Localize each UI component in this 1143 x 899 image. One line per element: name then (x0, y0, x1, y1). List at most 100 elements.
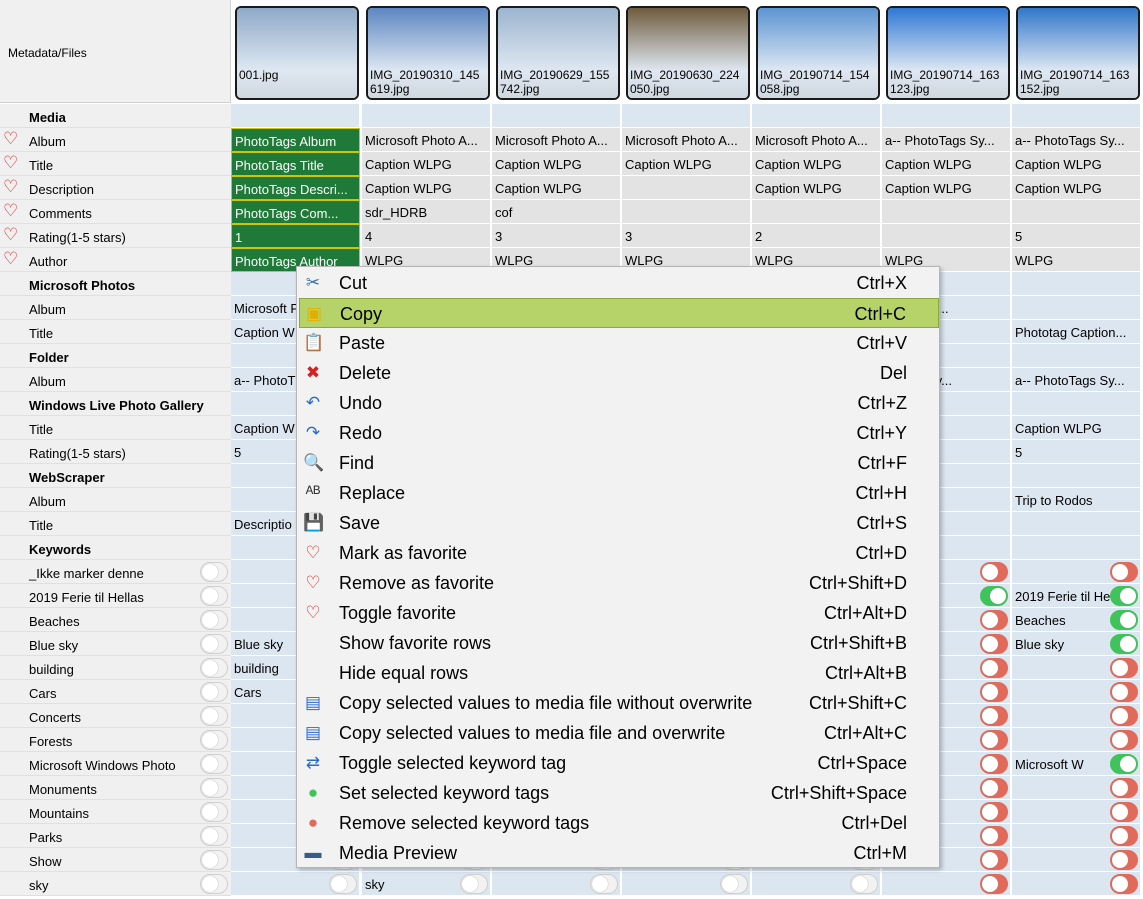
menu-item-redo[interactable]: ↷ Redo Ctrl+Y (299, 418, 939, 448)
keyword-toggle[interactable] (1110, 562, 1138, 582)
keyword-toggle[interactable] (1110, 826, 1138, 846)
keyword-cell[interactable]: Blue sky (1012, 632, 1141, 656)
file-thumbnail[interactable]: IMG_20190714_163152.jpg (1016, 6, 1140, 100)
value-cell[interactable] (622, 104, 751, 128)
keyword-toggle[interactable] (460, 874, 488, 894)
keyword-toggle[interactable] (980, 826, 1008, 846)
keyword-toggle[interactable] (980, 706, 1008, 726)
keyword-toggle[interactable] (1110, 850, 1138, 870)
value-cell[interactable]: Caption WLPG (492, 176, 621, 200)
keyword-toggle[interactable] (1110, 634, 1138, 654)
keyword-toggle[interactable] (1110, 802, 1138, 822)
keyword-toggle[interactable] (200, 706, 228, 726)
value-cell[interactable]: Caption WLPG (362, 152, 491, 176)
value-cell[interactable]: Caption WLPG (882, 152, 1011, 176)
value-cell[interactable] (1012, 464, 1141, 488)
keyword-cell[interactable] (1012, 704, 1141, 728)
keyword-toggle[interactable] (200, 634, 228, 654)
value-cell[interactable]: Phototag Caption... (1012, 320, 1141, 344)
keyword-toggle[interactable] (980, 610, 1008, 630)
value-cell[interactable]: Microsoft Photo A... (362, 128, 491, 152)
keyword-toggle[interactable] (1110, 754, 1138, 774)
keyword-toggle[interactable] (980, 874, 1008, 894)
menu-item-save[interactable]: 💾 Save Ctrl+S (299, 508, 939, 538)
value-cell[interactable] (622, 200, 751, 224)
value-cell[interactable]: 5 (1012, 224, 1141, 248)
value-cell[interactable] (492, 104, 621, 128)
menu-item-mark-as-favorite[interactable]: ♡ Mark as favorite Ctrl+D (299, 538, 939, 568)
value-cell[interactable]: 2 (752, 224, 881, 248)
keyword-toggle[interactable] (980, 682, 1008, 702)
keyword-toggle[interactable] (200, 850, 228, 870)
keyword-cell[interactable]: sky (362, 872, 491, 896)
value-cell[interactable]: a-- PhotoTags Sy... (1012, 128, 1141, 152)
file-thumbnail[interactable]: IMG_20190629_155742.jpg (496, 6, 620, 100)
keyword-toggle[interactable] (200, 682, 228, 702)
value-cell[interactable]: sdr_HDRB (362, 200, 491, 224)
keyword-cell[interactable] (1012, 872, 1141, 896)
menu-item-remove-as-favorite[interactable]: ♡ Remove as favorite Ctrl+Shift+D (299, 568, 939, 598)
favorite-heart-icon[interactable]: ♡ (3, 226, 18, 243)
favorite-heart-icon[interactable]: ♡ (3, 178, 18, 195)
keyword-toggle[interactable] (200, 802, 228, 822)
favorite-heart-icon[interactable]: ♡ (3, 202, 18, 219)
value-cell[interactable]: Caption WLPG (1012, 176, 1141, 200)
keyword-toggle[interactable] (1110, 778, 1138, 798)
value-cell[interactable]: Microsoft Photo A... (752, 128, 881, 152)
keyword-toggle[interactable] (200, 730, 228, 750)
value-cell[interactable] (622, 176, 751, 200)
keyword-cell[interactable] (492, 872, 621, 896)
value-cell[interactable]: PhotoTags Album (231, 128, 360, 152)
keyword-cell[interactable] (1012, 800, 1141, 824)
value-cell[interactable]: Caption WLPG (752, 152, 881, 176)
value-cell[interactable]: 3 (492, 224, 621, 248)
value-cell[interactable] (1012, 272, 1141, 296)
keyword-toggle[interactable] (980, 634, 1008, 654)
keyword-toggle[interactable] (850, 874, 878, 894)
keyword-toggle[interactable] (980, 778, 1008, 798)
value-cell[interactable]: 4 (362, 224, 491, 248)
keyword-cell[interactable] (1012, 824, 1141, 848)
keyword-cell[interactable] (1012, 776, 1141, 800)
value-cell[interactable] (882, 200, 1011, 224)
value-cell[interactable] (752, 200, 881, 224)
keyword-toggle[interactable] (200, 610, 228, 630)
value-cell[interactable]: Caption WLPG (1012, 152, 1141, 176)
keyword-cell[interactable] (1012, 848, 1141, 872)
menu-item-show-favorite-rows[interactable]: Show favorite rows Ctrl+Shift+B (299, 628, 939, 658)
value-cell[interactable]: Caption WLPG (622, 152, 751, 176)
keyword-toggle[interactable] (329, 874, 357, 894)
menu-item-copy-selected-values-to-media-file-and-overwrite[interactable]: ▤ Copy selected values to media file and … (299, 718, 939, 748)
menu-item-paste[interactable]: 📋 Paste Ctrl+V (299, 328, 939, 358)
keyword-toggle[interactable] (200, 562, 228, 582)
keyword-toggle[interactable] (980, 754, 1008, 774)
keyword-toggle[interactable] (1110, 586, 1138, 606)
keyword-cell[interactable] (231, 872, 360, 896)
keyword-toggle[interactable] (980, 802, 1008, 822)
keyword-cell[interactable]: Microsoft W (1012, 752, 1141, 776)
value-cell[interactable]: Caption WLPG (492, 152, 621, 176)
value-cell[interactable]: 1 (231, 224, 360, 248)
value-cell[interactable]: PhotoTags Com... (231, 200, 360, 224)
keyword-toggle[interactable] (200, 658, 228, 678)
favorite-heart-icon[interactable]: ♡ (3, 250, 18, 267)
keyword-toggle[interactable] (200, 826, 228, 846)
menu-item-find[interactable]: 🔍 Find Ctrl+F (299, 448, 939, 478)
context-menu[interactable]: ✂ Cut Ctrl+X ▣ Copy Ctrl+C 📋 Paste Ctrl+V ✖ Delete… (296, 266, 940, 868)
keyword-toggle[interactable] (980, 850, 1008, 870)
value-cell[interactable]: Microsoft Photo A... (492, 128, 621, 152)
keyword-toggle[interactable] (1110, 874, 1138, 894)
value-cell[interactable]: Microsoft Photo A... (622, 128, 751, 152)
menu-item-toggle-favorite[interactable]: ♡ Toggle favorite Ctrl+Alt+D (299, 598, 939, 628)
menu-item-replace[interactable]: ᴬᴮ Replace Ctrl+H (299, 478, 939, 508)
value-cell[interactable] (752, 104, 881, 128)
value-cell[interactable] (231, 104, 360, 128)
favorite-heart-icon[interactable]: ♡ (3, 130, 18, 147)
value-cell[interactable] (1012, 296, 1141, 320)
value-cell[interactable] (1012, 200, 1141, 224)
value-cell[interactable]: Caption WLPG (1012, 416, 1141, 440)
keyword-toggle[interactable] (200, 874, 228, 894)
keyword-cell[interactable] (752, 872, 881, 896)
keyword-cell[interactable] (1012, 656, 1141, 680)
value-cell[interactable]: Caption WLPG (362, 176, 491, 200)
